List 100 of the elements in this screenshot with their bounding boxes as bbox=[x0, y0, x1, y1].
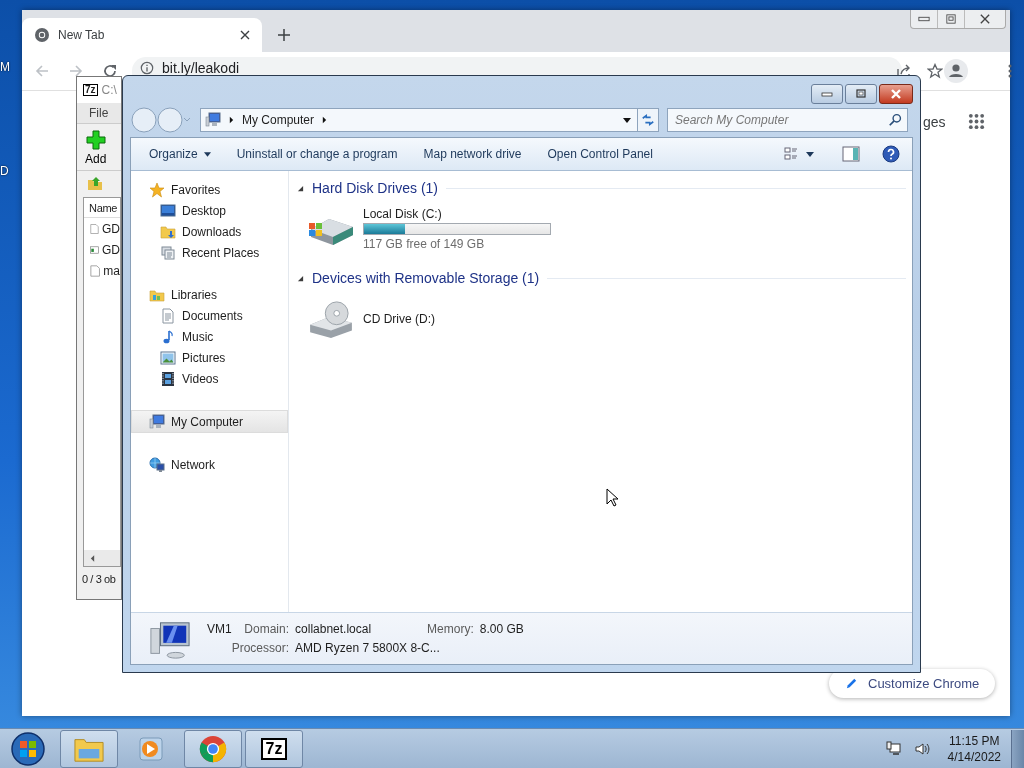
view-options-icon bbox=[784, 146, 814, 162]
group-heading[interactable]: Hard Disk Drives (1) bbox=[312, 180, 438, 196]
help-icon[interactable] bbox=[882, 145, 900, 163]
window-title: C:\ bbox=[101, 83, 117, 97]
new-tab-icon[interactable] bbox=[278, 29, 290, 41]
nav-item[interactable]: My Computer bbox=[131, 410, 288, 433]
nav-item[interactable]: Libraries bbox=[131, 284, 288, 305]
stack-icon bbox=[160, 244, 176, 261]
drive-name[interactable]: CD Drive (D:) bbox=[363, 312, 435, 326]
bookmark-star-icon[interactable] bbox=[927, 63, 943, 79]
folder-arrow-icon bbox=[160, 223, 176, 240]
refresh-icon bbox=[641, 113, 655, 127]
breadcrumb-item[interactable]: My Computer bbox=[242, 113, 315, 127]
computer-icon bbox=[149, 413, 165, 430]
horizontal-scrollbar[interactable] bbox=[84, 550, 120, 566]
folder-up-icon[interactable] bbox=[87, 175, 103, 191]
collapse-arrow-icon[interactable] bbox=[297, 184, 304, 192]
chrome-icon bbox=[198, 734, 228, 763]
address-bar[interactable]: bit.ly/leakodi bbox=[132, 57, 902, 75]
nav-item[interactable]: Downloads bbox=[131, 221, 288, 242]
start-button[interactable] bbox=[10, 730, 46, 767]
nav-item[interactable]: Network bbox=[131, 454, 288, 475]
field-value: 8.00 GB bbox=[479, 622, 524, 636]
customize-chrome-button[interactable]: Customize Chrome bbox=[829, 669, 996, 698]
chrome-icon bbox=[34, 27, 50, 43]
nav-item[interactable]: Desktop bbox=[131, 200, 288, 221]
plus-icon bbox=[85, 130, 106, 150]
film-icon bbox=[160, 370, 176, 387]
nav-item[interactable]: Recent Places bbox=[131, 242, 288, 263]
computer-icon bbox=[205, 112, 221, 128]
file-name[interactable]: GD bbox=[102, 242, 120, 257]
close-icon[interactable] bbox=[240, 30, 250, 40]
maximize-icon bbox=[854, 89, 868, 99]
collapse-arrow-icon[interactable] bbox=[297, 274, 304, 282]
nav-item[interactable]: Favorites bbox=[131, 179, 288, 200]
free-space-text: 117 GB free of 149 GB bbox=[363, 237, 486, 251]
drive-name[interactable]: Local Disk (C:) bbox=[363, 207, 551, 221]
maximize-button[interactable] bbox=[845, 84, 877, 104]
reload-icon[interactable] bbox=[102, 63, 118, 79]
add-button[interactable]: Add bbox=[77, 124, 107, 170]
dropdown-caret-icon[interactable] bbox=[623, 117, 631, 123]
restore-icon bbox=[945, 14, 957, 24]
command-button[interactable]: Uninstall or change a program bbox=[228, 143, 406, 165]
search-icon bbox=[888, 113, 902, 127]
computer-name: VM1 bbox=[207, 622, 232, 636]
file-name[interactable]: GD bbox=[102, 221, 120, 236]
close-button[interactable] bbox=[879, 84, 913, 104]
forward-icon[interactable] bbox=[68, 63, 84, 79]
taskbar-button[interactable]: 7z bbox=[245, 729, 303, 768]
address-bar[interactable]: My Computer bbox=[200, 108, 638, 132]
computer-icon bbox=[147, 619, 193, 661]
app-logo: 7z bbox=[83, 84, 98, 96]
breadcrumb-arrow-icon[interactable] bbox=[229, 116, 234, 124]
network-icon[interactable] bbox=[885, 740, 902, 757]
taskbar-button[interactable] bbox=[60, 729, 118, 768]
file-icon bbox=[90, 221, 99, 236]
nav-item[interactable]: Videos bbox=[131, 368, 288, 389]
info-icon bbox=[140, 61, 154, 75]
app-logo: 7z bbox=[260, 737, 288, 760]
media-player-icon bbox=[136, 734, 166, 763]
file-icon bbox=[90, 263, 101, 278]
scroll-left-icon[interactable] bbox=[90, 554, 95, 562]
picture-icon bbox=[160, 349, 176, 366]
refresh-button[interactable] bbox=[637, 108, 659, 132]
breadcrumb-arrow-icon[interactable] bbox=[322, 116, 328, 124]
desktop-icon-label[interactable]: M bbox=[0, 60, 10, 74]
apps-grid-icon[interactable] bbox=[968, 113, 985, 130]
command-button[interactable]: Organize bbox=[141, 143, 219, 165]
browser-tab[interactable]: New Tab bbox=[22, 18, 262, 52]
volume-icon[interactable] bbox=[913, 740, 930, 757]
search-field[interactable]: Search My Computer bbox=[667, 108, 908, 132]
cd-drive-icon[interactable] bbox=[307, 300, 355, 338]
field-label: Processor: bbox=[231, 641, 290, 655]
column-header[interactable]: Name bbox=[84, 198, 120, 218]
field-value: collabnet.local bbox=[295, 622, 372, 636]
mouse-cursor-icon bbox=[606, 488, 618, 507]
clock[interactable]: 11:15 PM 4/14/2022 bbox=[947, 732, 1001, 765]
show-desktop-button[interactable] bbox=[1011, 729, 1024, 768]
close-icon bbox=[979, 14, 991, 24]
minimize-icon bbox=[820, 89, 834, 99]
profile-icon[interactable] bbox=[944, 59, 968, 83]
field-value: AMD Ryzen 7 5800X 8-C... bbox=[295, 641, 441, 655]
minimize-button[interactable] bbox=[811, 84, 843, 104]
status-text: 0 / 3 ob bbox=[81, 572, 117, 585]
close-icon bbox=[889, 89, 903, 99]
images-link[interactable]: ges bbox=[923, 114, 946, 130]
document-icon bbox=[160, 307, 176, 324]
nav-item[interactable]: Music bbox=[131, 326, 288, 347]
network-icon bbox=[149, 456, 165, 473]
taskbar-button[interactable] bbox=[184, 729, 242, 768]
desktop-icon-label[interactable]: D bbox=[0, 164, 9, 178]
nav-item[interactable]: Documents bbox=[131, 305, 288, 326]
minimize-icon bbox=[918, 14, 930, 24]
command-button[interactable]: Open Control Panel bbox=[539, 143, 661, 165]
desktop-icon bbox=[160, 202, 176, 219]
group-heading[interactable]: Devices with Removable Storage (1) bbox=[312, 270, 540, 286]
command-button[interactable]: Map network drive bbox=[415, 143, 530, 165]
nav-item[interactable]: Pictures bbox=[131, 347, 288, 368]
file-name[interactable]: ma bbox=[103, 263, 120, 278]
star-icon bbox=[149, 181, 165, 198]
